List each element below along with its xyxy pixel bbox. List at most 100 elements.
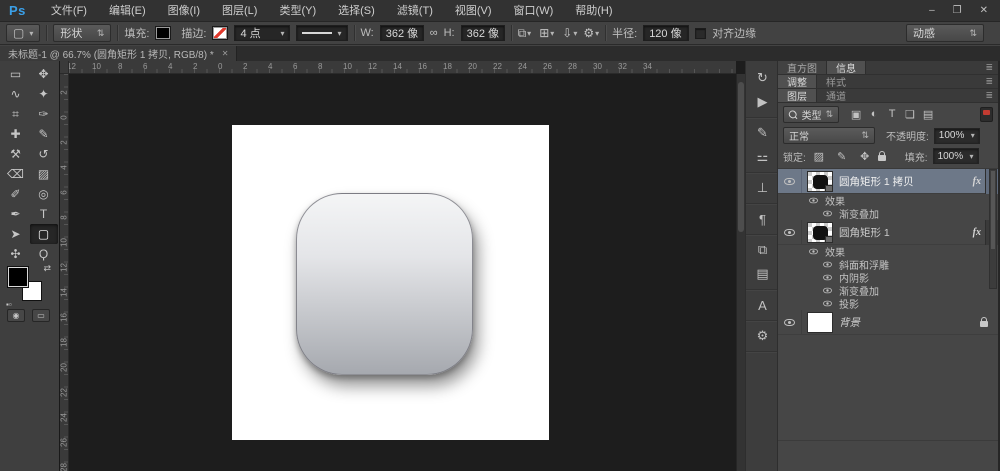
- minimize-icon[interactable]: –: [929, 5, 935, 16]
- move-tool-button[interactable]: ✥: [30, 64, 58, 84]
- effect-row[interactable]: 内阴影: [778, 271, 998, 284]
- ruler-corner[interactable]: [60, 61, 69, 74]
- blend-mode-select[interactable]: 正常 ⇅: [783, 127, 875, 144]
- layer-visibility-toggle[interactable]: [778, 220, 802, 244]
- magic-wand-tool-button[interactable]: ✦: [30, 84, 58, 104]
- filter-adjustment-layers-icon[interactable]: ◐: [866, 108, 882, 121]
- character-panel-button[interactable]: A: [746, 293, 779, 317]
- history-brush-tool-button[interactable]: ↺: [30, 144, 58, 164]
- default-colors-icon[interactable]: ▪▫: [6, 300, 12, 309]
- screen-mode-button[interactable]: ▭: [32, 309, 50, 322]
- smudge-tool-button[interactable]: ✐: [2, 184, 30, 204]
- eye-icon[interactable]: [823, 211, 832, 217]
- layer-filter-type-select[interactable]: Ϙ 类型 ⇅: [783, 106, 839, 123]
- panel-menu-icon[interactable]: ≣: [985, 89, 998, 102]
- stroke-color-swatch[interactable]: [212, 26, 228, 40]
- zoom-tool-button[interactable]: Ϙ: [30, 244, 58, 264]
- stroke-style-picker[interactable]: ▾: [296, 25, 347, 41]
- eraser-tool-button[interactable]: ⌫: [2, 164, 30, 184]
- eye-icon[interactable]: [823, 301, 832, 307]
- fill-field[interactable]: 100% ▾: [933, 148, 979, 164]
- lock-transparency-icon[interactable]: ▨: [811, 150, 827, 163]
- dodge-tool-button[interactable]: ◎: [30, 184, 58, 204]
- filter-pixel-layers-icon[interactable]: ▣: [848, 108, 864, 121]
- layers-scrollbar[interactable]: [989, 169, 997, 289]
- filter-type-layers-icon[interactable]: T: [884, 108, 900, 121]
- brush-tool-button[interactable]: ✎: [30, 124, 58, 144]
- rounded-rectangle-shape[interactable]: [296, 193, 473, 375]
- close-icon[interactable]: ✕: [980, 5, 988, 16]
- menu-item-8[interactable]: 视图(V): [444, 0, 503, 22]
- type-tool-button[interactable]: T: [30, 204, 58, 224]
- layer-thumbnail[interactable]: [807, 222, 833, 243]
- swap-colors-icon[interactable]: ⇄: [43, 263, 51, 274]
- vertical-ruler[interactable]: 20246810121416182022242628: [60, 74, 69, 471]
- eye-icon[interactable]: [809, 198, 818, 204]
- layer-filter-toggle[interactable]: [980, 107, 993, 122]
- align-edges-checkbox[interactable]: [695, 28, 706, 39]
- stroke-width-field[interactable]: 4 点 ▾: [234, 25, 290, 41]
- panel-tab-信息[interactable]: 信息: [827, 61, 866, 74]
- eyedropper-tool-button[interactable]: ✑: [30, 104, 58, 124]
- panel-tab-调整[interactable]: 调整: [778, 75, 817, 88]
- quick-mask-button[interactable]: ◉: [7, 309, 25, 322]
- menu-item-7[interactable]: 滤镜(T): [386, 0, 444, 22]
- document-tab[interactable]: 未标题-1 @ 66.7% (圆角矩形 1 拷贝, RGB/8) * ✕: [0, 46, 237, 61]
- fill-color-swatch[interactable]: [155, 26, 171, 40]
- layer-visibility-toggle[interactable]: [778, 169, 802, 193]
- scrollbar-thumb[interactable]: [738, 82, 744, 232]
- layer-thumbnail[interactable]: [807, 312, 833, 333]
- menu-item-10[interactable]: 帮助(H): [564, 0, 623, 22]
- effects-header-row[interactable]: 效果: [778, 194, 998, 207]
- effect-row[interactable]: 渐变叠加: [778, 207, 998, 220]
- eye-icon[interactable]: [823, 262, 832, 268]
- panel-tab-样式[interactable]: 样式: [817, 75, 855, 88]
- actions-panel-button[interactable]: ▶: [746, 90, 779, 114]
- gear-icon[interactable]: ⚙▾: [583, 26, 599, 40]
- layer-comps-panel-button[interactable]: ⧉: [746, 238, 779, 262]
- pen-tool-button[interactable]: ✒: [2, 204, 30, 224]
- effect-row[interactable]: 渐变叠加: [778, 284, 998, 297]
- properties-panel-button[interactable]: ⚍: [746, 145, 779, 169]
- tab-close-icon[interactable]: ✕: [222, 49, 229, 58]
- menu-item-3[interactable]: 图像(I): [157, 0, 211, 22]
- layer-visibility-toggle[interactable]: [778, 310, 802, 334]
- layer-thumbnail[interactable]: [807, 171, 833, 192]
- character-styles-panel-button[interactable]: ⚙: [746, 324, 779, 348]
- panel-menu-icon[interactable]: ≣: [985, 75, 998, 88]
- lock-all-icon[interactable]: [878, 155, 886, 161]
- path-arrangement-icon[interactable]: ⇩▾: [562, 26, 577, 41]
- filter-shape-layers-icon[interactable]: ❏: [902, 108, 918, 121]
- lasso-tool-button[interactable]: ∿: [2, 84, 30, 104]
- menu-item-6[interactable]: 选择(S): [327, 0, 386, 22]
- layer-row[interactable]: 圆角矩形 1fx▴: [778, 220, 998, 245]
- layer-row[interactable]: 背景: [778, 310, 998, 335]
- scrollbar-thumb[interactable]: [991, 171, 995, 249]
- healing-brush-tool-button[interactable]: ✚: [2, 124, 30, 144]
- canvas-vertical-scrollbar[interactable]: [736, 74, 745, 471]
- panel-tab-通道[interactable]: 通道: [817, 89, 855, 102]
- panel-menu-icon[interactable]: ≣: [985, 61, 998, 74]
- panel-tab-直方图[interactable]: 直方图: [778, 61, 827, 74]
- menu-item-1[interactable]: 文件(F): [40, 0, 98, 22]
- path-operations-icon[interactable]: ⧉▾: [518, 26, 532, 41]
- restore-icon[interactable]: ❐: [953, 5, 962, 16]
- path-alignment-icon[interactable]: ⊞▾: [539, 26, 554, 41]
- opacity-field[interactable]: 100% ▾: [934, 128, 980, 144]
- eye-icon[interactable]: [823, 288, 832, 294]
- paragraph-panel-button[interactable]: ¶: [746, 207, 779, 231]
- path-selection-tool-button[interactable]: ➤: [2, 224, 30, 244]
- history-panel-button[interactable]: ↻: [746, 66, 779, 90]
- height-field[interactable]: 362 像: [461, 25, 505, 41]
- menu-item-4[interactable]: 图层(L): [211, 0, 268, 22]
- rounded-rectangle-tool-button[interactable]: ▢: [30, 224, 58, 244]
- lock-pixels-icon[interactable]: ✎: [834, 150, 850, 163]
- foreground-color-swatch[interactable]: [8, 267, 28, 287]
- horizontal-ruler[interactable]: 121086420246810121416182022242628303234: [69, 61, 736, 74]
- width-field[interactable]: 362 像: [380, 25, 424, 41]
- filter-smart-objects-icon[interactable]: ▤: [920, 108, 936, 121]
- fx-icon[interactable]: fx: [973, 176, 981, 187]
- menu-item-2[interactable]: 编辑(E): [98, 0, 157, 22]
- lock-position-icon[interactable]: ✥: [857, 150, 873, 163]
- panel-tab-图层[interactable]: 图层: [778, 89, 817, 102]
